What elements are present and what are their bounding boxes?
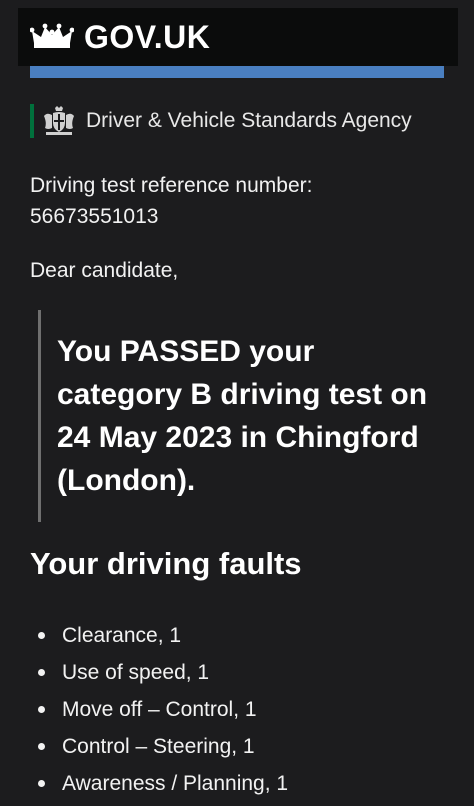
result-line: category B driving test on bbox=[57, 378, 428, 411]
result-inset: You PASSED your category B driving test … bbox=[38, 310, 461, 522]
agency-brand-rule bbox=[30, 104, 34, 138]
govuk-header: GOV.UK bbox=[18, 8, 458, 66]
fault-item: Clearance, 1 bbox=[30, 620, 288, 657]
bullet-icon bbox=[38, 706, 45, 713]
result-line: (London). bbox=[57, 464, 196, 497]
bullet-icon bbox=[38, 669, 45, 676]
reference-number: 56673551013 bbox=[30, 205, 159, 228]
crown-icon bbox=[30, 23, 74, 48]
reference-label: Driving test reference number: bbox=[30, 174, 313, 197]
fault-label: Use of speed, 1 bbox=[62, 661, 210, 684]
fault-label: Control – Steering, 1 bbox=[62, 735, 255, 758]
faults-heading: Your driving faults bbox=[30, 546, 302, 581]
result-line: 24 May 2023 in Chingford bbox=[57, 421, 419, 454]
faults-list: Clearance, 1 Use of speed, 1 Move off – … bbox=[30, 620, 288, 805]
govuk-logo-text[interactable]: GOV.UK bbox=[84, 19, 210, 56]
fault-item: Use of speed, 1 bbox=[30, 657, 288, 694]
bullet-icon bbox=[38, 743, 45, 750]
fault-item: Awareness / Planning, 1 bbox=[30, 768, 288, 805]
fault-label: Move off – Control, 1 bbox=[62, 698, 257, 721]
agency-branding: Driver & Vehicle Standards Agency bbox=[30, 104, 412, 138]
greeting: Dear candidate, bbox=[30, 259, 179, 282]
header-accent-bar bbox=[30, 66, 444, 78]
royal-crest-icon bbox=[44, 106, 74, 135]
bullet-icon bbox=[38, 780, 45, 787]
result-line: You PASSED your bbox=[57, 335, 315, 368]
bullet-icon bbox=[38, 632, 45, 639]
fault-label: Clearance, 1 bbox=[62, 624, 182, 647]
fault-item: Control – Steering, 1 bbox=[30, 731, 288, 768]
agency-name: Driver & Vehicle Standards Agency bbox=[86, 109, 412, 132]
fault-item: Move off – Control, 1 bbox=[30, 694, 288, 731]
result-text: You PASSED your category B driving test … bbox=[57, 330, 457, 502]
fault-label: Awareness / Planning, 1 bbox=[62, 772, 289, 795]
